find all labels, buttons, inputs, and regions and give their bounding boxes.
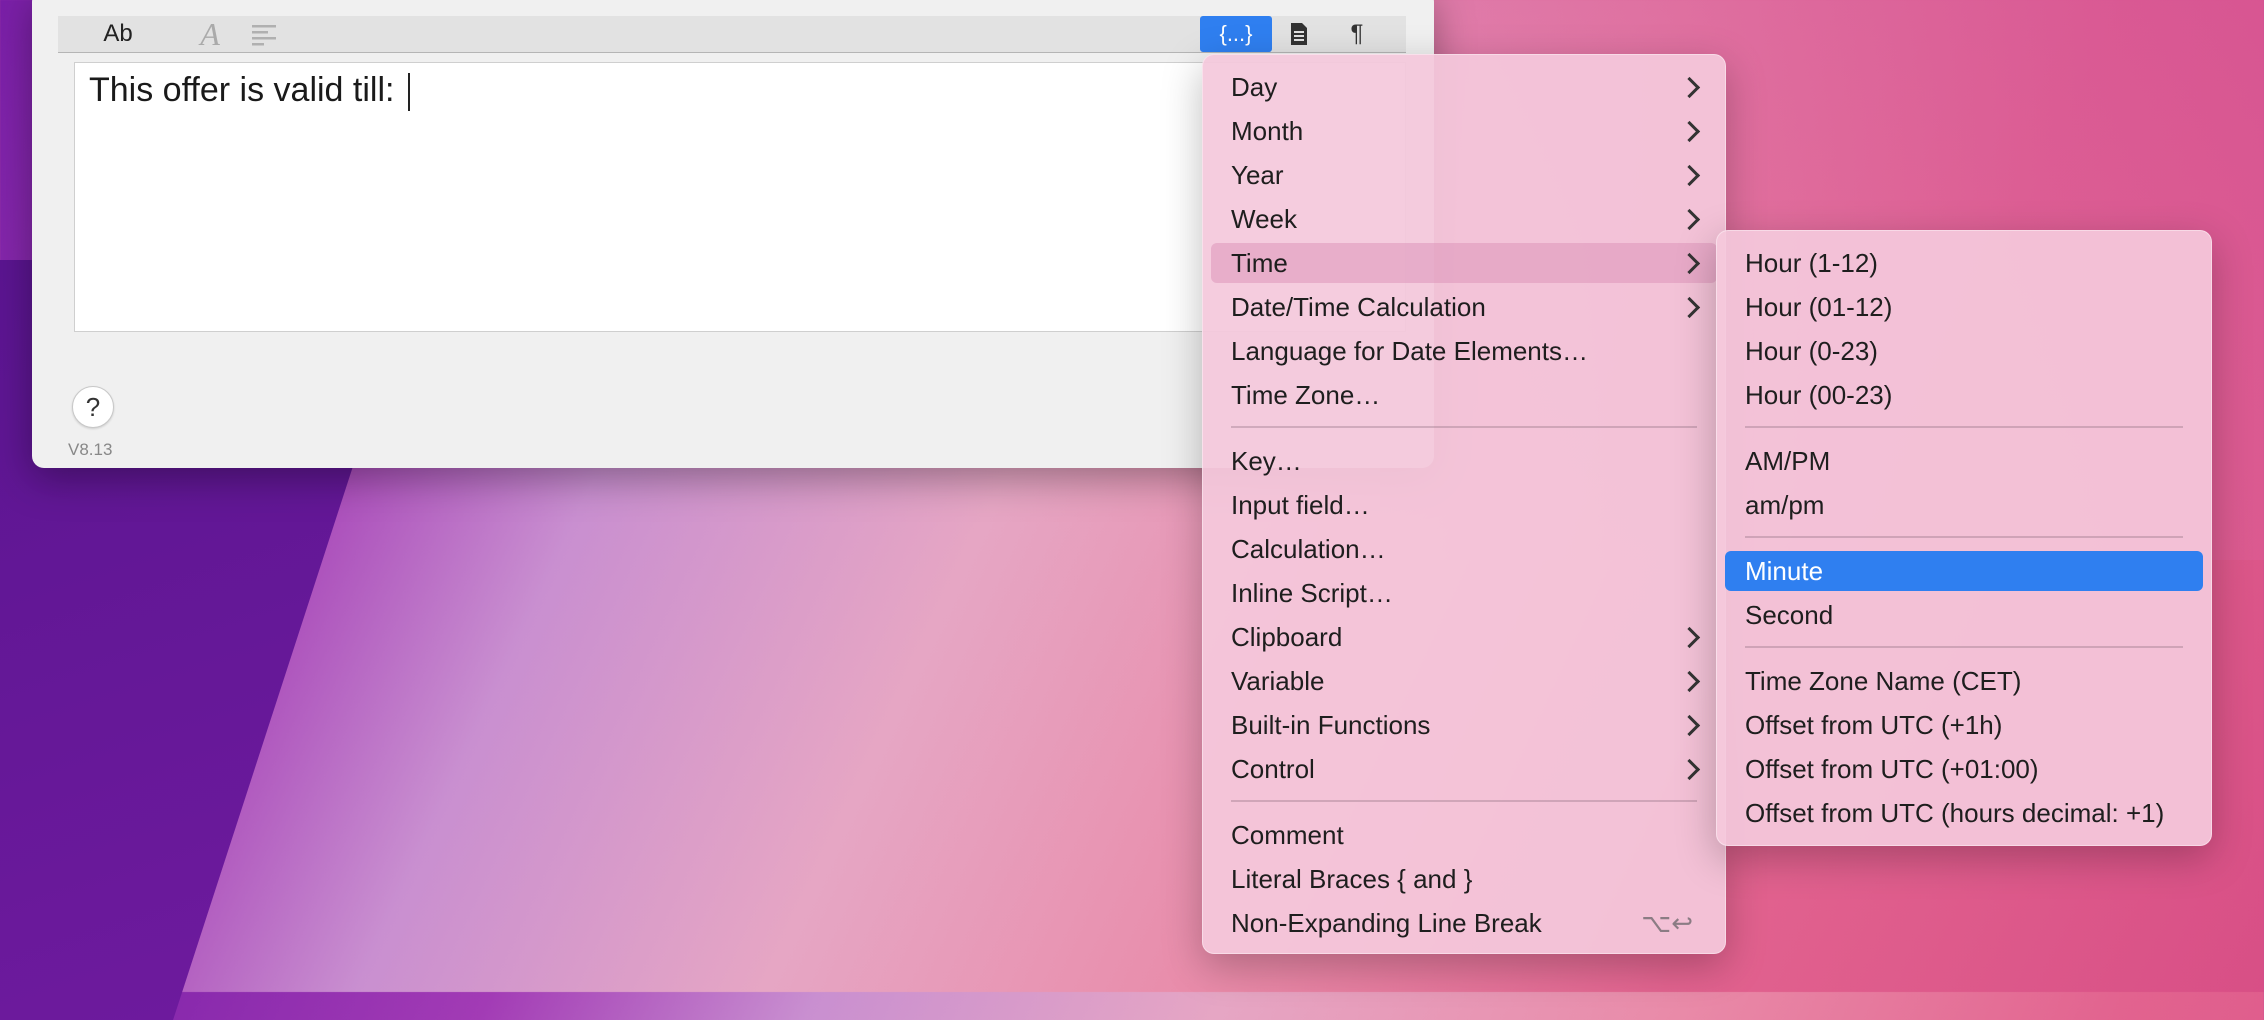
menu-item-label: AM/PM — [1745, 445, 1831, 476]
menu-item-calculation[interactable]: Calculation… — [1211, 529, 1717, 569]
chevron-right-icon — [1678, 208, 1701, 230]
menu-item-label: Input field… — [1231, 489, 1370, 520]
menu-item-builtin-functions[interactable]: Built-in Functions — [1211, 705, 1717, 745]
menu-item-label: Offset from UTC (hours decimal: +1) — [1745, 797, 2165, 828]
menu-separator — [1745, 536, 2183, 538]
menu-item-label: Offset from UTC (+1h) — [1745, 709, 2003, 740]
chevron-right-icon — [1678, 252, 1701, 274]
menu-item-label: Time Zone… — [1231, 379, 1381, 410]
menu-item-control[interactable]: Control — [1211, 749, 1717, 789]
menu-item-label: Hour (0-23) — [1745, 335, 1878, 366]
snippet-text: This offer is valid till: — [89, 71, 410, 112]
menu-item-input-field[interactable]: Input field… — [1211, 485, 1717, 525]
font-button[interactable]: A — [188, 16, 232, 52]
menu-separator — [1231, 426, 1697, 428]
paragraph-icon[interactable]: ¶ — [1332, 16, 1382, 52]
menu-item-month[interactable]: Month — [1211, 111, 1717, 151]
menu-item-label: am/pm — [1745, 489, 1825, 520]
menu-item-label: Offset from UTC (+01:00) — [1745, 753, 2039, 784]
menu-item-label: Date/Time Calculation — [1231, 291, 1486, 322]
menu-item-key[interactable]: Key… — [1211, 441, 1717, 481]
menu-item-label: Calculation… — [1231, 533, 1386, 564]
text-style-button[interactable]: Ab — [88, 16, 148, 52]
menu-item-label: Non-Expanding Line Break — [1231, 907, 1542, 938]
menu-item-label: Second — [1745, 599, 1834, 630]
document-icon[interactable] — [1274, 16, 1324, 52]
submenu-item-ampm-lower[interactable]: am/pm — [1725, 485, 2203, 525]
placeholder-menu-button[interactable]: {...} — [1200, 16, 1272, 52]
menu-item-time-zone[interactable]: Time Zone… — [1211, 375, 1717, 415]
menu-item-label: Week — [1231, 203, 1297, 234]
chevron-right-icon — [1678, 670, 1701, 692]
submenu-item-ampm-upper[interactable]: AM/PM — [1725, 441, 2203, 481]
chevron-right-icon — [1678, 714, 1701, 736]
menu-item-variable[interactable]: Variable — [1211, 661, 1717, 701]
help-button[interactable]: ? — [72, 386, 114, 428]
editor-toolbar: Ab A {...} ¶ — [58, 16, 1406, 53]
menu-item-time[interactable]: Time — [1211, 243, 1717, 283]
keyboard-shortcut: ⌥↩ — [1641, 907, 1693, 938]
menu-separator — [1745, 646, 2183, 648]
menu-item-label: Language for Date Elements… — [1231, 335, 1588, 366]
menu-item-label: Built-in Functions — [1231, 709, 1431, 740]
menu-item-year[interactable]: Year — [1211, 155, 1717, 195]
menu-item-label: Time Zone Name (CET) — [1745, 665, 2022, 696]
chevron-right-icon — [1678, 296, 1701, 318]
menu-item-comment[interactable]: Comment — [1211, 815, 1717, 855]
menu-item-label: Comment — [1231, 819, 1344, 850]
text-caret — [407, 73, 410, 112]
menu-separator — [1231, 800, 1697, 802]
menu-separator — [1745, 426, 2183, 428]
submenu-item-hour-0-23[interactable]: Hour (0-23) — [1725, 331, 2203, 371]
menu-item-week[interactable]: Week — [1211, 199, 1717, 239]
menu-item-label: Hour (00-23) — [1745, 379, 1893, 410]
submenu-item-minute[interactable]: Minute — [1725, 551, 2203, 591]
menu-item-line-break[interactable]: Non-Expanding Line Break ⌥↩ — [1211, 903, 1717, 943]
submenu-item-offset-1h[interactable]: Offset from UTC (+1h) — [1725, 705, 2203, 745]
submenu-item-offset-decimal[interactable]: Offset from UTC (hours decimal: +1) — [1725, 793, 2203, 833]
chevron-right-icon — [1678, 164, 1701, 186]
submenu-item-offset-0100[interactable]: Offset from UTC (+01:00) — [1725, 749, 2203, 789]
chevron-right-icon — [1678, 758, 1701, 780]
menu-item-label: Clipboard — [1231, 621, 1343, 652]
align-left-icon[interactable] — [242, 16, 286, 52]
menu-item-label: Variable — [1231, 665, 1325, 696]
chevron-right-icon — [1678, 76, 1701, 98]
submenu-item-tz-name[interactable]: Time Zone Name (CET) — [1725, 661, 2203, 701]
chevron-right-icon — [1678, 120, 1701, 142]
menu-item-label: Hour (1-12) — [1745, 247, 1878, 278]
submenu-item-hour-00-23[interactable]: Hour (00-23) — [1725, 375, 2203, 415]
submenu-item-second[interactable]: Second — [1725, 595, 2203, 635]
time-submenu: Hour (1-12) Hour (01-12) Hour (0-23) Hou… — [1716, 230, 2212, 846]
menu-item-label: Minute — [1745, 555, 1824, 586]
submenu-item-hour-01-12[interactable]: Hour (01-12) — [1725, 287, 2203, 327]
menu-item-inline-script[interactable]: Inline Script… — [1211, 573, 1717, 613]
menu-item-label: Month — [1231, 115, 1304, 146]
menu-item-label: Control — [1231, 753, 1315, 784]
menu-item-datetime-calculation[interactable]: Date/Time Calculation — [1211, 287, 1717, 327]
menu-item-day[interactable]: Day — [1211, 67, 1717, 107]
menu-item-label: Inline Script… — [1231, 577, 1393, 608]
menu-item-label: Key… — [1231, 445, 1302, 476]
version-label: V8.13 — [68, 440, 113, 459]
menu-item-label: Year — [1231, 159, 1284, 190]
chevron-right-icon — [1678, 626, 1701, 648]
submenu-item-hour-1-12[interactable]: Hour (1-12) — [1725, 243, 2203, 283]
menu-item-label: Hour (01-12) — [1745, 291, 1893, 322]
menu-item-label: Time — [1231, 247, 1288, 278]
menu-item-clipboard[interactable]: Clipboard — [1211, 617, 1717, 657]
menu-item-literal-braces[interactable]: Literal Braces { and } — [1211, 859, 1717, 899]
menu-item-language[interactable]: Language for Date Elements… — [1211, 331, 1717, 371]
menu-item-label: Literal Braces { and } — [1231, 863, 1473, 894]
menu-item-label: Day — [1231, 71, 1278, 102]
placeholder-menu: Day Month Year Week Time Date/Time Calcu… — [1202, 54, 1726, 954]
